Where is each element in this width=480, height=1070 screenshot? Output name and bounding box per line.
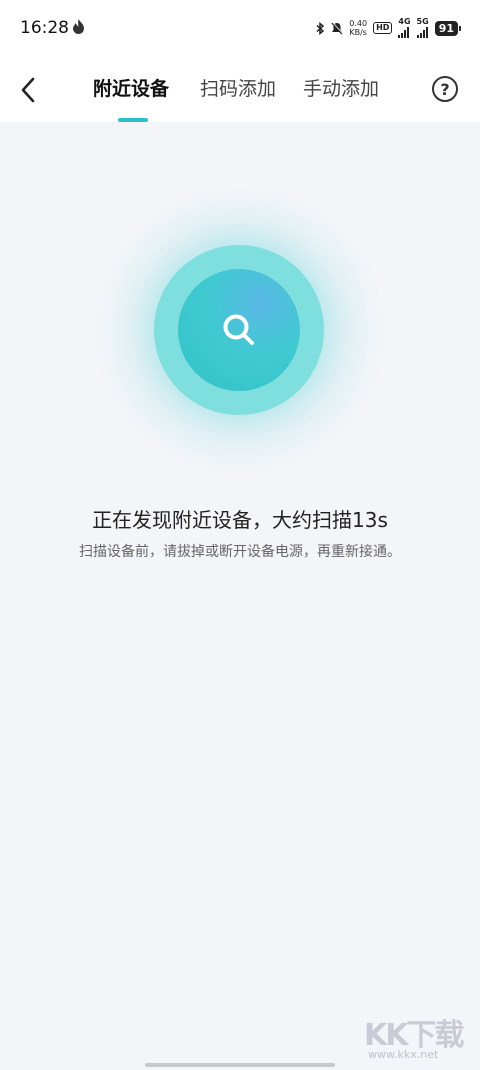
network-speed: 0.40 KB/s: [349, 19, 367, 37]
chevron-left-icon: [21, 77, 35, 103]
tab-nearby-devices[interactable]: 附近设备: [93, 74, 169, 101]
status-time: 16:28: [20, 18, 69, 38]
tab-scan-code[interactable]: 扫码添加: [200, 74, 276, 101]
network-speed-unit: KB/s: [349, 28, 367, 37]
nav-header: 附近设备 扫码添加 手动添加 ?: [0, 58, 480, 122]
hd-badge: HD: [373, 22, 393, 34]
signal-5g-label: 5G: [416, 17, 429, 26]
signal-4g: 4G: [398, 17, 411, 38]
tab-manual-add[interactable]: 手动添加: [303, 74, 379, 101]
scan-hint: 扫描设备前，请拔掉或断开设备电源，再重新接通。: [79, 544, 401, 560]
scan-status-title: 正在发现附近设备，大约扫描13s: [92, 508, 388, 532]
scan-core: [178, 269, 300, 391]
signal-bars-icon: [416, 26, 428, 38]
back-button[interactable]: [14, 75, 42, 105]
status-icons: 0.40 KB/s HD 4G 5G 91: [316, 17, 462, 38]
flame-icon: [73, 19, 84, 34]
active-tab-indicator: [118, 118, 148, 122]
status-bar: 16:28 0.40 KB/s HD 4G 5G 91: [0, 0, 480, 58]
watermark: KK下载 www.kkx.net: [364, 1010, 464, 1065]
search-icon: [223, 314, 254, 345]
watermark-url: www.kkx.net: [368, 1048, 439, 1061]
question-circle-icon: ?: [440, 79, 450, 99]
signal-4g-label: 4G: [398, 17, 411, 26]
mute-icon: [331, 21, 344, 35]
network-speed-value: 0.40: [349, 19, 368, 28]
help-button[interactable]: ?: [432, 76, 458, 102]
battery-indicator: 91: [434, 20, 462, 36]
home-indicator[interactable]: [145, 1063, 335, 1067]
signal-5g: 5G: [416, 17, 429, 38]
signal-bars-icon: [398, 26, 410, 38]
bluetooth-icon: [316, 21, 325, 35]
